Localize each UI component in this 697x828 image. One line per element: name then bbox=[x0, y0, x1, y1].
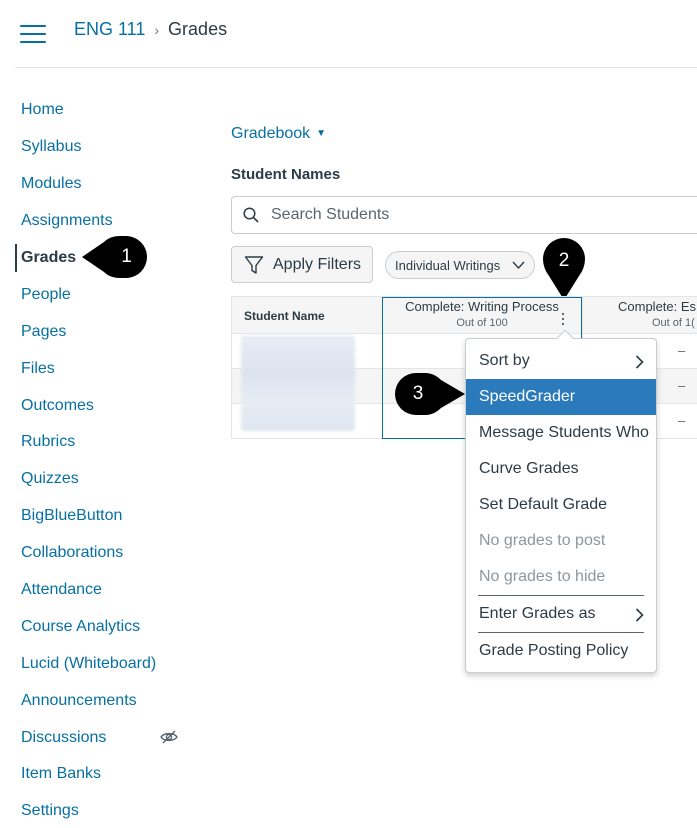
nav-item-label: People bbox=[21, 285, 71, 303]
header-divider bbox=[15, 67, 697, 68]
nav-item-settings[interactable]: Settings bbox=[0, 793, 200, 828]
nav-item-label: Attendance bbox=[21, 581, 102, 599]
nav-item-label: Modules bbox=[21, 175, 82, 193]
menu-item-label: No grades to post bbox=[479, 532, 606, 549]
nav-item-label: Rubrics bbox=[21, 433, 76, 451]
nav-item-announcements[interactable]: Announcements bbox=[0, 682, 200, 719]
callout-marker-1: 1 bbox=[82, 236, 147, 278]
nav-item-assignments[interactable]: Assignments bbox=[0, 203, 200, 240]
breadcrumb: ENG 111 › Grades bbox=[74, 19, 227, 40]
breadcrumb-separator: › bbox=[154, 21, 160, 38]
menu-item-grade-posting-policy[interactable]: Grade Posting Policy bbox=[466, 633, 656, 669]
menu-item-enter-grades-as[interactable]: Enter Grades as bbox=[466, 596, 656, 632]
nav-item-label: Assignments bbox=[21, 212, 113, 230]
nav-item-rubrics[interactable]: Rubrics bbox=[0, 424, 200, 461]
nav-item-label: Pages bbox=[21, 322, 67, 340]
search-students-box bbox=[231, 196, 697, 234]
search-icon bbox=[243, 207, 259, 223]
callout-marker-2: 2 bbox=[543, 238, 585, 300]
menu-item-speedgrader[interactable]: SpeedGrader bbox=[466, 379, 656, 415]
menu-item-label: No grades to hide bbox=[479, 568, 606, 585]
menu-item-label: Curve Grades bbox=[479, 460, 579, 477]
student-names-redacted bbox=[241, 335, 355, 431]
apply-filters-label: Apply Filters bbox=[273, 255, 362, 273]
menu-item-label: Set Default Grade bbox=[479, 496, 608, 513]
filter-pill-label: Individual Writings bbox=[395, 257, 501, 273]
callout-number: 2 bbox=[558, 250, 570, 271]
menu-item-label: Sort by bbox=[479, 352, 530, 369]
nav-item-people[interactable]: People bbox=[0, 276, 200, 313]
caret-down-icon: ▼ bbox=[316, 128, 327, 139]
menu-item-set-default-grade[interactable]: Set Default Grade bbox=[466, 487, 656, 523]
menu-item-no-grades-to-hide: No grades to hide bbox=[466, 559, 656, 595]
nav-item-attendance[interactable]: Attendance bbox=[0, 572, 200, 609]
column-title: Complete: Es bbox=[618, 299, 697, 314]
nav-item-label: Home bbox=[21, 101, 64, 119]
chevron-right-icon bbox=[635, 608, 644, 622]
column-header-essay[interactable]: Complete: Es Out of 1( bbox=[618, 299, 697, 329]
nav-item-modules[interactable]: Modules bbox=[0, 166, 200, 203]
nav-item-course-analytics[interactable]: Course Analytics bbox=[0, 608, 200, 645]
nav-item-label: BigBlueButton bbox=[21, 507, 123, 525]
menu-item-label: Enter Grades as bbox=[479, 605, 596, 622]
nav-item-home[interactable]: Home bbox=[0, 92, 200, 129]
nav-item-label: Settings bbox=[21, 802, 79, 820]
column-options-menu: Sort by SpeedGrader Message Students Who… bbox=[465, 329, 657, 673]
apply-filters-button[interactable]: Apply Filters bbox=[231, 246, 373, 283]
callout-number: 1 bbox=[121, 246, 132, 267]
nav-item-label: Course Analytics bbox=[21, 617, 141, 635]
nav-item-syllabus[interactable]: Syllabus bbox=[0, 129, 200, 166]
chevron-down-icon bbox=[512, 261, 525, 270]
nav-item-lucid-whiteboard[interactable]: Lucid (Whiteboard) bbox=[0, 645, 200, 682]
course-navigation: Home Syllabus Modules Assignments Grades… bbox=[0, 92, 200, 828]
callout-number: 3 bbox=[412, 383, 424, 404]
course-header: ENG 111 › Grades bbox=[0, 0, 697, 68]
chevron-right-icon bbox=[635, 355, 644, 369]
grade-cell[interactable]: – bbox=[678, 343, 685, 358]
breadcrumb-current-page: Grades bbox=[168, 19, 228, 39]
gradebook-menu[interactable]: Gradebook ▼ bbox=[231, 125, 326, 143]
nav-item-item-banks[interactable]: Item Banks bbox=[0, 756, 200, 793]
grade-cell[interactable]: – bbox=[678, 378, 685, 393]
nav-item-label: Grades bbox=[21, 249, 77, 266]
nav-item-label: Announcements bbox=[21, 691, 137, 709]
column-options-kebab-icon[interactable] bbox=[560, 313, 566, 327]
nav-item-files[interactable]: Files bbox=[0, 350, 200, 387]
nav-item-label: Collaborations bbox=[21, 544, 124, 562]
filter-icon bbox=[244, 255, 264, 274]
nav-item-label: Quizzes bbox=[21, 470, 79, 488]
menu-item-label: SpeedGrader bbox=[479, 388, 576, 405]
callout-marker-3: 3 bbox=[395, 373, 465, 415]
breadcrumb-course-link[interactable]: ENG 111 bbox=[74, 19, 145, 40]
nav-item-collaborations[interactable]: Collaborations bbox=[0, 535, 200, 572]
menu-item-no-grades-to-post: No grades to post bbox=[466, 523, 656, 559]
nav-item-label: Outcomes bbox=[21, 396, 94, 414]
column-points: Out of 1( bbox=[652, 317, 695, 329]
nav-item-label: Syllabus bbox=[21, 138, 82, 156]
nav-item-outcomes[interactable]: Outcomes bbox=[0, 387, 200, 424]
menu-item-curve-grades[interactable]: Curve Grades bbox=[466, 451, 656, 487]
search-students-input[interactable] bbox=[271, 206, 671, 224]
eye-slash-icon bbox=[160, 730, 178, 744]
menu-item-message-students-who[interactable]: Message Students Who bbox=[466, 415, 656, 451]
nav-item-discussions[interactable]: Discussions bbox=[0, 719, 200, 756]
nav-item-bigbluebutton[interactable]: BigBlueButton bbox=[0, 498, 200, 535]
nav-item-label: Item Banks bbox=[21, 765, 102, 783]
column-header-student-name[interactable]: Student Name bbox=[244, 309, 325, 323]
menu-item-label: Message Students Who bbox=[479, 424, 649, 441]
hamburger-menu-icon[interactable] bbox=[20, 25, 46, 43]
nav-item-label: Files bbox=[21, 359, 55, 377]
filter-pill-individual-writings[interactable]: Individual Writings bbox=[385, 251, 535, 279]
menu-item-sort-by[interactable]: Sort by bbox=[466, 343, 656, 379]
nav-item-pages[interactable]: Pages bbox=[0, 313, 200, 350]
menu-item-label: Grade Posting Policy bbox=[479, 642, 629, 659]
student-names-label: Student Names bbox=[231, 166, 341, 183]
nav-item-quizzes[interactable]: Quizzes bbox=[0, 461, 200, 498]
grade-cell[interactable]: – bbox=[678, 413, 685, 428]
nav-item-label: Discussions bbox=[21, 728, 107, 746]
nav-item-label: Lucid (Whiteboard) bbox=[21, 654, 157, 672]
gradebook-label: Gradebook bbox=[231, 125, 311, 142]
